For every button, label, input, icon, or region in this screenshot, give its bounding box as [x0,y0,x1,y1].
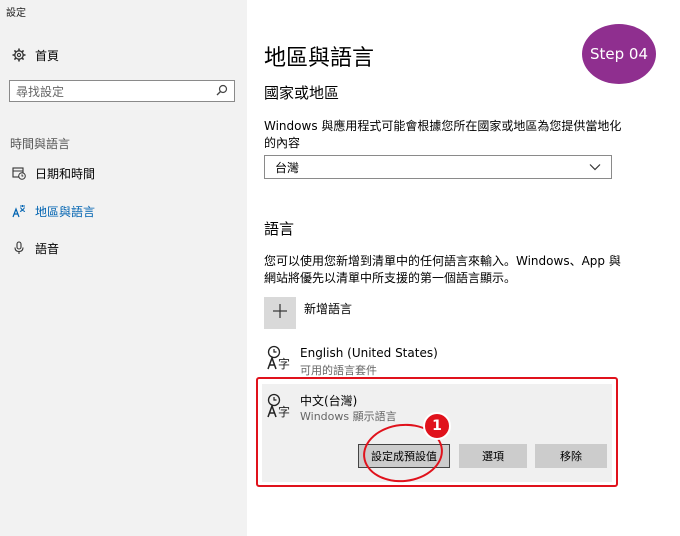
window-title: 設定 [6,8,26,19]
plus-icon [272,303,288,323]
country-description-line1: Windows 與應用程式可能會根據您所在國家或地區為您提供當地化 [264,119,622,133]
sidebar-item-label: 地區與語言 [35,204,96,219]
language-status-english: 可用的語言套件 [300,364,377,377]
country-description-line2: 的內容 [264,136,301,150]
page-title: 地區與語言 [264,46,375,71]
add-language-label[interactable]: 新增語言 [304,300,352,317]
language-description-line2: 網站將優先以清單中所支援的第一個語言顯示。 [264,271,517,285]
search-icon[interactable] [216,84,228,99]
add-language-button[interactable] [264,297,296,329]
step-badge: Step 04 [582,24,656,84]
sidebar: 設定 首頁 尋找設定 時間與語言 日期和時間 地區與語言 語音 [0,0,247,536]
search-input[interactable]: 尋找設定 [9,80,235,102]
gear-icon [10,48,28,62]
chevron-down-icon [589,160,601,174]
section-label: 時間與語言 [10,137,71,151]
microphone-icon [10,241,28,255]
country-select[interactable]: 台灣 [264,155,612,179]
language-heading: 語言 [264,220,295,238]
sidebar-item-label: 語音 [35,241,60,256]
search-placeholder: 尋找設定 [16,84,65,99]
language-description-line1: 您可以使用您新增到清單中的任何語言來輸入。Windows、App 與 [264,254,621,268]
calendar-clock-icon [10,166,28,180]
language-name-english[interactable]: English (United States) [300,346,438,360]
sidebar-item-label: 首頁 [35,48,60,63]
sidebar-item-speech[interactable]: 語音 [10,237,59,259]
sidebar-item-home[interactable]: 首頁 [10,44,59,66]
country-select-value: 台灣 [275,160,300,175]
language-pack-icon: 字 [266,345,292,375]
language-icon [10,204,28,218]
sidebar-item-date-time[interactable]: 日期和時間 [10,162,95,184]
svg-text:字: 字 [278,356,290,371]
sidebar-item-label: 日期和時間 [35,166,96,181]
step-number-badge: 1 [423,412,451,440]
country-heading: 國家或地區 [264,84,340,102]
sidebar-item-region-language[interactable]: 地區與語言 [10,200,95,222]
